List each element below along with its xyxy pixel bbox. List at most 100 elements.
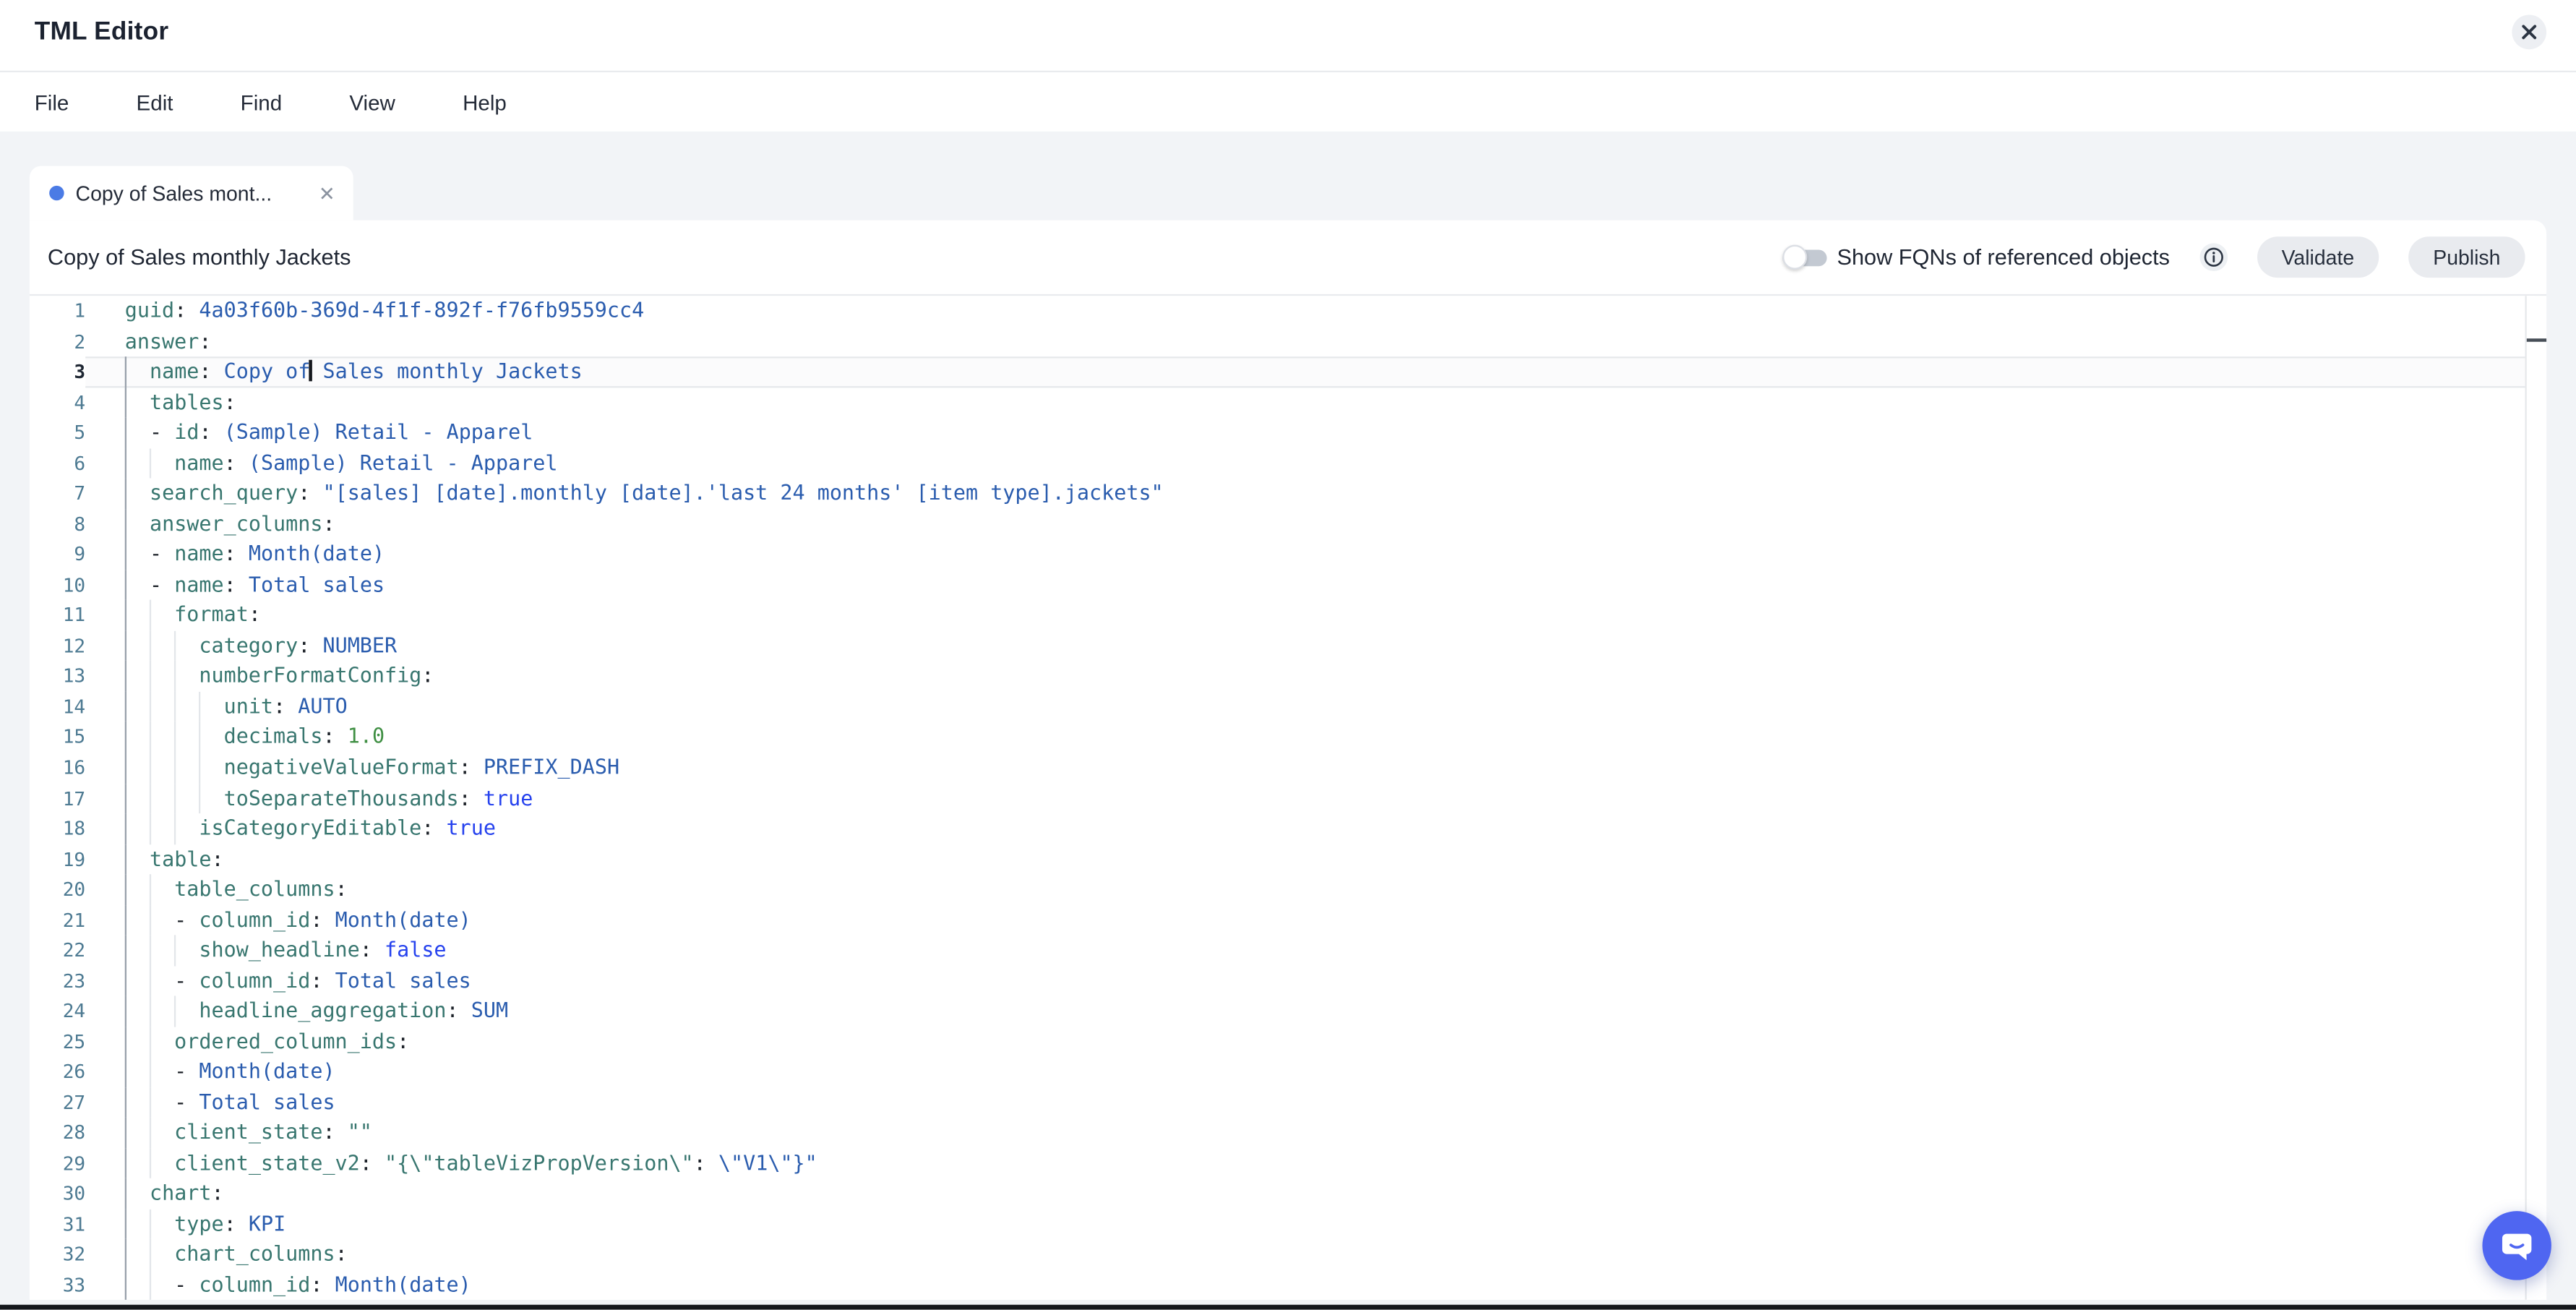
info-icon[interactable]: [2199, 243, 2228, 271]
code-line[interactable]: 24 headline_aggregation: SUM: [30, 996, 2525, 1027]
code-line[interactable]: 29 client_state_v2: "{\"tableVizPropVers…: [30, 1149, 2525, 1179]
line-number: 2: [30, 326, 85, 356]
code-token: :: [322, 510, 335, 535]
code-token: :: [199, 328, 211, 353]
code-line[interactable]: 9 - name: Month(date): [30, 539, 2525, 570]
line-number: 32: [30, 1240, 85, 1270]
code-token: :: [174, 297, 186, 322]
code-token: [322, 967, 335, 992]
code-line[interactable]: 32 chart_columns:: [30, 1240, 2525, 1270]
menu-item-view[interactable]: View: [349, 90, 395, 114]
validate-button[interactable]: Validate: [2257, 236, 2379, 278]
code-line[interactable]: 26 - Month(date): [30, 1057, 2525, 1087]
publish-button[interactable]: Publish: [2408, 236, 2525, 278]
code-token: table_columns: [174, 876, 335, 901]
menu-item-file[interactable]: File: [35, 90, 69, 114]
code-line[interactable]: 14 unit: AUTO: [30, 692, 2525, 722]
code-token: :: [459, 754, 471, 779]
code-line[interactable]: 4 tables:: [30, 387, 2525, 417]
indent-guide: [150, 1057, 151, 1087]
fqn-toggle[interactable]: [1783, 244, 1827, 270]
code-line[interactable]: 11 format:: [30, 600, 2525, 630]
code-line[interactable]: 21 - column_id: Month(date): [30, 905, 2525, 936]
code-line[interactable]: 19 table:: [30, 844, 2525, 874]
code-token: false: [385, 937, 447, 962]
code-token: chart_columns: [174, 1241, 335, 1266]
code-line[interactable]: 31 type: KPI: [30, 1210, 2525, 1240]
code-line[interactable]: 16 negativeValueFormat: PREFIX_DASH: [30, 753, 2525, 783]
code-token: [125, 633, 199, 657]
menu-item-find[interactable]: Find: [241, 90, 282, 114]
code-token: 4a03f60b-369d-4f1f-892f-f76fb9559cc4: [199, 297, 644, 322]
code-line[interactable]: 6 name: (Sample) Retail - Apparel: [30, 448, 2525, 479]
code-token: [236, 450, 249, 474]
document-tab[interactable]: Copy of Sales mont... ✕: [30, 166, 353, 221]
code-token: [125, 663, 199, 688]
code-token: [310, 633, 322, 657]
tab-label: Copy of Sales mont...: [76, 181, 316, 205]
code-token: -: [174, 1058, 199, 1083]
code-token: negativeValueFormat: [224, 754, 459, 779]
indent-guide: [125, 874, 126, 904]
code-lines: 1guid: 4a03f60b-369d-4f1f-892f-f76fb9559…: [30, 296, 2525, 1300]
code-token: -: [150, 541, 174, 565]
code-token: Month(date): [335, 1272, 471, 1296]
code-line[interactable]: 25 ordered_column_ids:: [30, 1027, 2525, 1057]
code-token: :: [397, 1028, 409, 1053]
code-token: category: [199, 633, 298, 657]
code-line[interactable]: 13 numberFormatConfig:: [30, 662, 2525, 692]
code-line[interactable]: 17 toSeparateThousands: true: [30, 783, 2525, 813]
indent-guide: [150, 630, 151, 661]
code-token: [372, 937, 385, 962]
code-token: [125, 1181, 150, 1205]
code-line[interactable]: 27 - Total sales: [30, 1087, 2525, 1118]
chat-launcher-button[interactable]: [2482, 1211, 2551, 1280]
code-line[interactable]: 10 - name: Total sales: [30, 570, 2525, 600]
code-line[interactable]: 12 category: NUMBER: [30, 630, 2525, 661]
code-token: [125, 480, 150, 505]
code-line[interactable]: 18 isCategoryEditable: true: [30, 813, 2525, 844]
code-line[interactable]: 8 answer_columns:: [30, 509, 2525, 539]
code-token: :: [224, 450, 236, 474]
code-token: :: [199, 359, 211, 383]
code-line[interactable]: 28 client_state: "": [30, 1118, 2525, 1148]
code-line[interactable]: 2 answer:: [30, 326, 2525, 356]
indent-guide: [125, 722, 126, 753]
code-token: [125, 937, 199, 962]
code-token: type: [174, 1211, 223, 1236]
code-line[interactable]: 15 decimals: 1.0: [30, 722, 2525, 753]
code-token: guid: [125, 297, 174, 322]
code-token: id: [174, 419, 199, 444]
code-editor[interactable]: 1guid: 4a03f60b-369d-4f1f-892f-f76fb9559…: [30, 294, 2546, 1300]
code-line[interactable]: 22 show_headline: false: [30, 936, 2525, 966]
code-token: \"V1\"}": [718, 1150, 817, 1175]
overview-ruler[interactable]: [2525, 296, 2547, 1300]
code-line[interactable]: 5 - id: (Sample) Retail - Apparel: [30, 418, 2525, 448]
code-line[interactable]: 20 table_columns:: [30, 874, 2525, 904]
window-close-button[interactable]: [2512, 14, 2546, 49]
code-token: format: [174, 602, 249, 627]
code-line[interactable]: 1guid: 4a03f60b-369d-4f1f-892f-f76fb9559…: [30, 296, 2525, 326]
indent-guide: [150, 662, 151, 692]
indent-guide: [174, 692, 176, 722]
code-line[interactable]: 30 chart:: [30, 1179, 2525, 1210]
menu-item-help[interactable]: Help: [463, 90, 507, 114]
menu-item-edit[interactable]: Edit: [137, 90, 173, 114]
code-line[interactable]: 23 - column_id: Total sales: [30, 966, 2525, 996]
code-line[interactable]: 7 search_query: "[sales] [date].monthly …: [30, 479, 2525, 509]
code-token: answer: [125, 328, 199, 353]
code-token: :: [310, 1272, 322, 1296]
code-token: 1.0: [348, 724, 385, 748]
indent-guide: [199, 722, 200, 753]
code-token: [335, 724, 348, 748]
code-token: -: [174, 1272, 199, 1296]
code-token: Copy of: [224, 359, 311, 383]
code-line[interactable]: 3 name: Copy of Sales monthly Jackets: [30, 356, 2525, 387]
indent-guide: [125, 936, 126, 966]
code-token: client_state: [174, 1120, 322, 1144]
code-token: [125, 998, 199, 1022]
line-number: 12: [30, 630, 85, 661]
line-number: 27: [30, 1087, 85, 1118]
tab-close-icon[interactable]: ✕: [315, 181, 338, 205]
code-line[interactable]: 33 - column_id: Month(date): [30, 1270, 2525, 1300]
